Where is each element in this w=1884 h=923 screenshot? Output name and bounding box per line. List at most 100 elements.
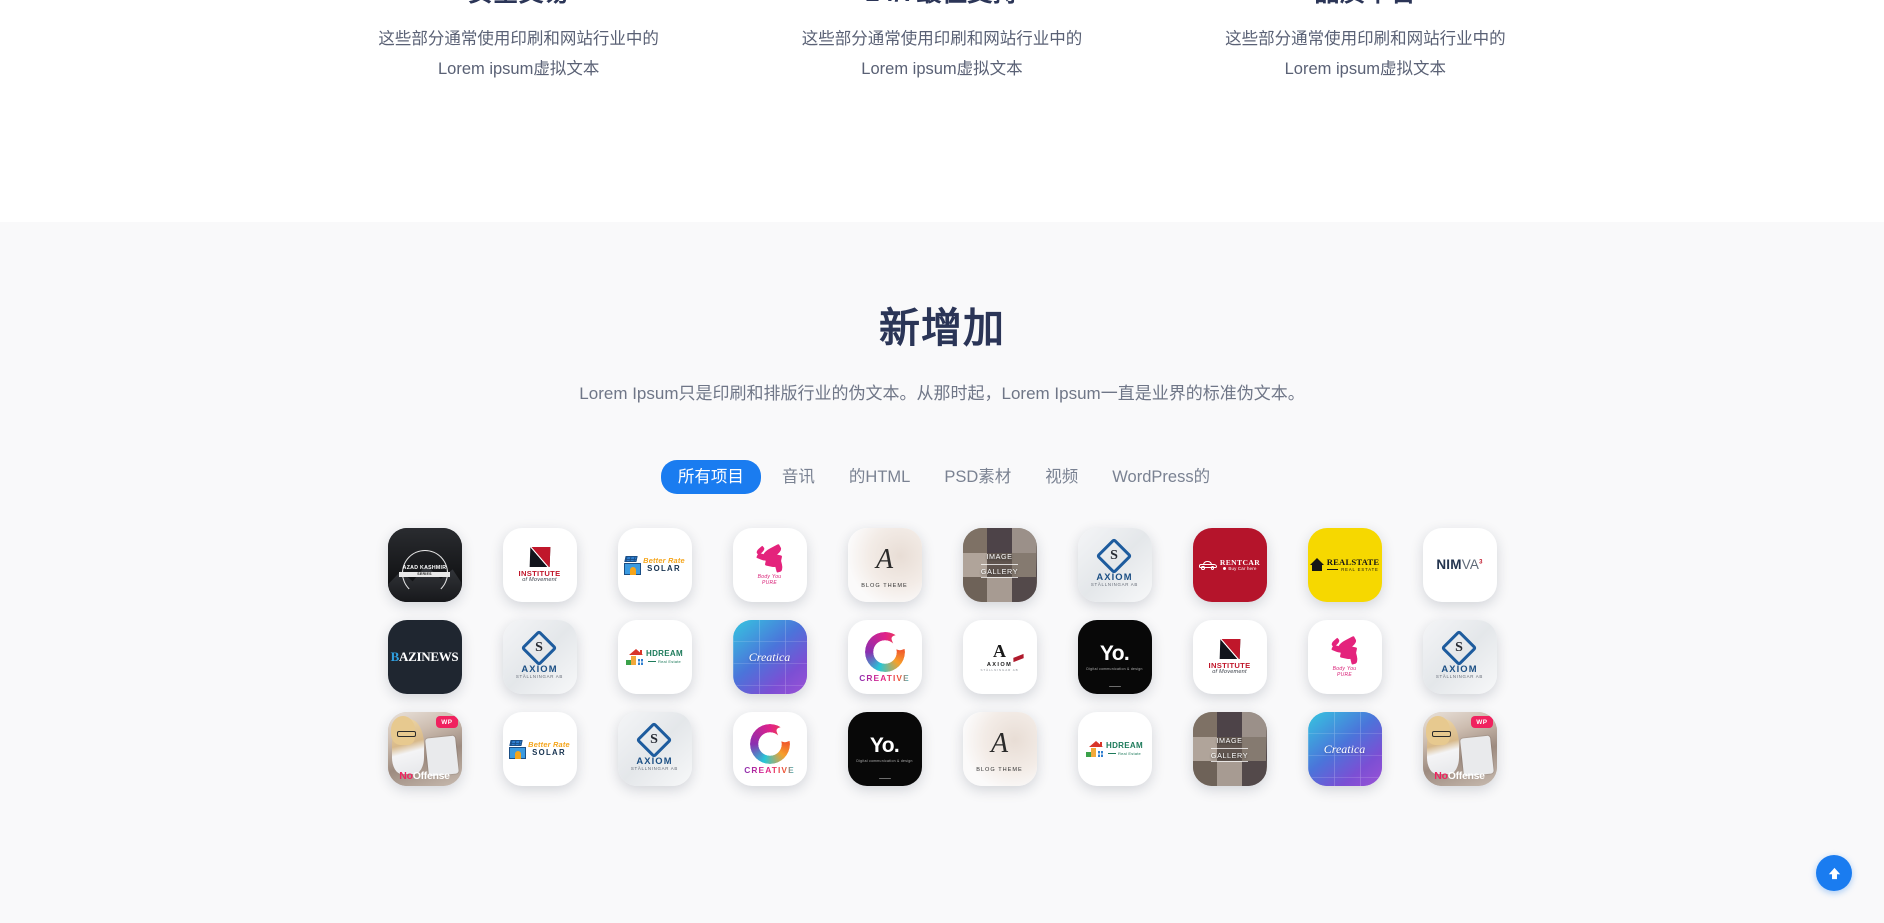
portfolio-tile-6[interactable]: AXIOM STÄLLNINGAR AB <box>1077 528 1152 602</box>
tile-label: BLOG THEME <box>976 767 1023 773</box>
portfolio-tile-21[interactable]: Better Rate SOLAR <box>502 712 577 786</box>
feature-desc-3: 这些部分通常使用印刷和网站行业中的Lorem ipsum虚拟文本 <box>1225 30 1506 78</box>
portfolio-tile-25[interactable]: A BLOG THEME <box>962 712 1037 786</box>
arrow-up-icon <box>1828 867 1840 879</box>
portfolio-tile-27[interactable]: IMAGE GALLERY <box>1192 712 1267 786</box>
solar-house-icon <box>624 555 642 575</box>
filter-tab-3[interactable]: PSD素材 <box>931 460 1024 494</box>
solar-row: Better Rate SOLAR <box>509 739 570 759</box>
glasses-icon <box>1432 731 1451 738</box>
tile-label-group: AXIOM STÄLLNINGAR AB <box>631 721 678 772</box>
tile-label-group: NIMVA3 <box>1436 556 1483 572</box>
portfolio-tile-10[interactable]: BAZINEWS <box>387 620 462 694</box>
tile-sublabel: Real Estate <box>1106 751 1143 756</box>
wp-badge: WP <box>436 716 458 728</box>
portfolio-tile-5[interactable]: IMAGE GALLERY <box>962 528 1037 602</box>
feature-card-3: 品质平台 这些部分通常使用印刷和网站行业中的Lorem ipsum虚拟文本 <box>1154 0 1577 222</box>
feature-title-2: 24/7最佳支持 <box>758 0 1125 8</box>
tile-label-group: AXIOM STÄLLNINGAR AB <box>1090 537 1139 588</box>
tile-sublabel: PURE <box>1336 672 1353 678</box>
tile-label: NoOffense <box>399 770 450 782</box>
tile-sublabel: STÄLLNINGAR AB <box>1090 581 1139 587</box>
tile-sublabel: STÄLLNINGAR AB <box>1435 673 1484 679</box>
filter-tab-2[interactable]: 的HTML <box>836 460 923 494</box>
car-icon <box>1198 560 1217 570</box>
portfolio-tile-20[interactable]: WP NoOffense <box>387 712 462 786</box>
tile-label-group: INSTITUTE of Movement <box>1208 638 1251 676</box>
features-row: 安全交易 这些部分通常使用印刷和网站行业中的Lorem ipsum虚拟文本 24… <box>307 0 1577 222</box>
portfolio-tile-12[interactable]: HDREAM Real Estate <box>617 620 692 694</box>
portfolio-tile-24[interactable]: Yo. Digital communication & design <box>847 712 922 786</box>
tile-label-group: Yo. Digital communication & design <box>1086 643 1142 672</box>
tile-label: AZAD KASHMIR <box>402 565 447 571</box>
tile-label-group: Body You PURE <box>753 543 787 587</box>
gallery-cell <box>1011 528 1037 553</box>
house-icon <box>626 649 644 665</box>
portfolio-tile-11[interactable]: AXIOM STÄLLNINGAR AB <box>502 620 577 694</box>
filter-tab-4[interactable]: 视频 <box>1032 460 1091 494</box>
portfolio-tile-3[interactable]: Body You PURE <box>732 528 807 602</box>
feature-title-3: 品质平台 <box>1182 0 1549 8</box>
portfolio-tile-18[interactable]: Body You PURE <box>1307 620 1382 694</box>
tile-label: AXIOM <box>636 754 673 766</box>
tile-label-group: Body You PURE <box>1328 635 1362 679</box>
gallery-cell <box>962 528 988 553</box>
portfolio-tile-16[interactable]: Yo. Digital communication & design <box>1077 620 1152 694</box>
filter-tab-1[interactable]: 音讯 <box>769 460 828 494</box>
portfolio-tile-19[interactable]: AXIOM STÄLLNINGAR AB <box>1422 620 1497 694</box>
pink-bird-icon <box>753 543 787 574</box>
tile-label: INSTITUTE <box>518 568 561 578</box>
tile-sublabel: 3 <box>1479 559 1483 566</box>
tile-label: Yo. <box>869 733 900 757</box>
tile-sublabel: GALLERY <box>980 564 1019 578</box>
axiom-diamond-icon <box>521 629 558 667</box>
portfolio-tile-7[interactable]: RENTCAR Buy Car here <box>1192 528 1267 602</box>
tile-label: Body You <box>757 573 782 580</box>
filter-tab-5[interactable]: WordPress的 <box>1099 460 1223 494</box>
portfolio-tile-13[interactable]: Creatica <box>732 620 807 694</box>
portfolio-tile-22[interactable]: AXIOM STÄLLNINGAR AB <box>617 712 692 786</box>
tile-label-group: AXIOM STÄLLNINGAR AB <box>1435 629 1484 680</box>
tile-sublabel: REAL ESTATE <box>1327 567 1380 572</box>
tile-label: AZINEWS <box>399 649 459 665</box>
tile-sublabel: PURE <box>761 580 778 586</box>
feature-desc-1: 这些部分通常使用印刷和网站行业中的Lorem ipsum虚拟文本 <box>378 30 659 78</box>
portfolio-tile-14[interactable]: CREATIVE <box>847 620 922 694</box>
gallery-cell <box>1192 712 1218 737</box>
portfolio-tile-15[interactable]: A AXIOM STÄLLNINGAR AB <box>962 620 1037 694</box>
scroll-to-top-button[interactable] <box>1816 855 1852 891</box>
portfolio-tile-4[interactable]: A BLOG THEME <box>847 528 922 602</box>
bottom-bar-decoration <box>878 777 891 779</box>
house-icon <box>1309 558 1324 572</box>
tile-label: CREATIVE <box>744 764 795 775</box>
portfolio-tile-2[interactable]: Better Rate SOLAR <box>617 528 692 602</box>
tile-label: INSTITUTE <box>1208 660 1251 670</box>
gallery-cell <box>1011 577 1037 602</box>
tile-sublabel: Digital communication & design <box>856 758 913 763</box>
tile-label-group: REALSTATE REAL ESTATE <box>1309 557 1380 572</box>
tile-label-group: Yo. Digital communication & design <box>856 735 912 764</box>
portfolio-tile-17[interactable]: INSTITUTE of Movement <box>1192 620 1267 694</box>
gallery-cell <box>987 528 1012 553</box>
portfolio-tile-28[interactable]: Creatica <box>1307 712 1382 786</box>
portfolio-tile-0[interactable]: AZAD KASHMIR SERIES <box>387 528 462 602</box>
tile-sublabel: Real Estate <box>646 659 683 664</box>
filter-tab-0[interactable]: 所有项目 <box>660 460 761 494</box>
tile-label: IMAGE <box>1216 736 1243 745</box>
portfolio-tile-1[interactable]: INSTITUTE of Movement <box>502 528 577 602</box>
tile-label: IMAGE <box>986 552 1013 561</box>
tile-label: Body You <box>1332 665 1357 672</box>
new-added-section: 新增加 Lorem Ipsum只是印刷和排版行业的伪文本。从那时起，Lorem … <box>0 222 1884 923</box>
portfolio-tile-26[interactable]: HDREAM Real Estate <box>1077 712 1152 786</box>
house-icon <box>1086 741 1104 757</box>
tile-label: AXIOM <box>986 661 1013 668</box>
section-subtitle: Lorem Ipsum只是印刷和排版行业的伪文本。从那时起，Lorem Ipsu… <box>579 384 1305 403</box>
portfolio-tile-29[interactable]: WP NoOffense <box>1422 712 1497 786</box>
page-title: 新增加 <box>879 305 1005 351</box>
tile-label: NoOffense <box>1434 770 1485 782</box>
feature-title-1: 安全交易 <box>335 0 702 8</box>
tile-label-group: A AXIOM STÄLLNINGAR AB <box>980 642 1018 673</box>
portfolio-tile-9[interactable]: NIMVA3 <box>1422 528 1497 602</box>
portfolio-tile-23[interactable]: CREATIVE <box>732 712 807 786</box>
portfolio-tile-8[interactable]: REALSTATE REAL ESTATE <box>1307 528 1382 602</box>
